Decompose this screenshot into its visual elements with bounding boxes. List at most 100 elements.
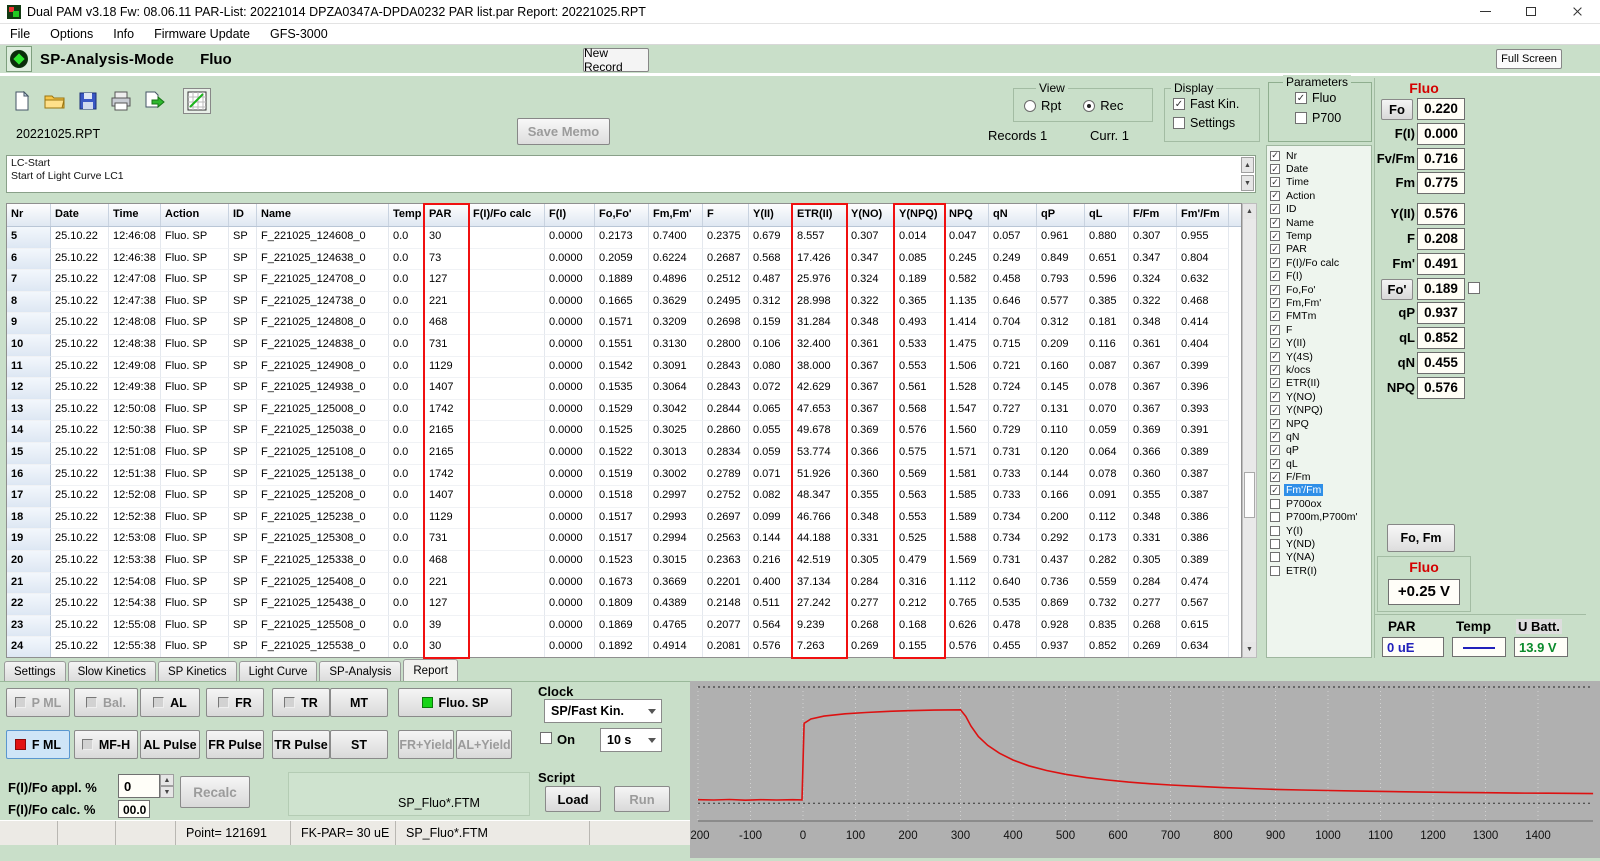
param-item-y-npq-[interactable]: ✓Y(NPQ): [1267, 403, 1371, 416]
column-header-id[interactable]: ID: [229, 204, 257, 226]
control-button-fr-pulse[interactable]: FR Pulse: [206, 730, 264, 759]
recalc-button[interactable]: Recalc: [180, 776, 250, 808]
table-row[interactable]: 2225.10.2212:54:38Fluo. SPSPF_221025_125…: [7, 594, 1241, 616]
column-header-y-ii-[interactable]: Y(II): [749, 204, 793, 226]
control-button-bal-[interactable]: Bal.: [74, 688, 138, 717]
param-item-nr[interactable]: ✓Nr: [1267, 149, 1371, 162]
param-item-fo-fo-[interactable]: ✓Fo,Fo': [1267, 283, 1371, 296]
fo-appl-input[interactable]: 0: [118, 774, 160, 798]
param-item-y-nd-[interactable]: Y(ND): [1267, 537, 1371, 550]
tab-sp-kinetics[interactable]: SP Kinetics: [158, 661, 237, 681]
print-icon[interactable]: [107, 88, 135, 114]
column-header-qp[interactable]: qP: [1037, 204, 1085, 226]
tab-slow-kinetics[interactable]: Slow Kinetics: [68, 661, 156, 681]
table-row[interactable]: 1725.10.2212:52:08Fluo. SPSPF_221025_125…: [7, 486, 1241, 508]
param-item-f-i-fo-calc[interactable]: ✓F(I)/Fo calc: [1267, 256, 1371, 269]
param-item-etr-ii-[interactable]: ✓ETR(II): [1267, 377, 1371, 390]
column-header-action[interactable]: Action: [161, 204, 229, 226]
script-load-button[interactable]: Load: [545, 786, 601, 812]
table-row[interactable]: 1025.10.2212:48:38Fluo. SPSPF_221025_124…: [7, 335, 1241, 357]
table-row[interactable]: 1125.10.2212:49:08Fluo. SPSPF_221025_124…: [7, 357, 1241, 379]
param-item-par[interactable]: ✓PAR: [1267, 243, 1371, 256]
fo-fm-button[interactable]: Fo, Fm: [1387, 524, 1455, 552]
param-item-p700ox[interactable]: P700ox: [1267, 497, 1371, 510]
display-item-checkbox[interactable]: [1173, 117, 1185, 129]
column-header-par[interactable]: PAR: [425, 204, 469, 226]
control-button-mf-h[interactable]: MF-H: [74, 730, 138, 759]
clock-on-checkbox[interactable]: [540, 732, 552, 744]
chart-window-icon[interactable]: [183, 88, 211, 114]
fluo-fo-prime-checkbox[interactable]: [1468, 282, 1480, 294]
column-header-f-i-[interactable]: F(I): [545, 204, 595, 226]
param-checkbox[interactable]: ✓: [1270, 338, 1280, 348]
control-button-al-pulse[interactable]: AL Pulse: [140, 730, 200, 759]
param-item-date[interactable]: ✓Date: [1267, 162, 1371, 175]
table-row[interactable]: 1925.10.2212:53:08Fluo. SPSPF_221025_125…: [7, 529, 1241, 551]
param-checkbox[interactable]: ✓: [1270, 218, 1280, 228]
param-item-fm-fm[interactable]: ✓Fm'/Fm: [1267, 484, 1371, 497]
param-checkbox[interactable]: ✓: [1270, 164, 1280, 174]
param-item-npq[interactable]: ✓NPQ: [1267, 417, 1371, 430]
table-row[interactable]: 1825.10.2212:52:38Fluo. SPSPF_221025_125…: [7, 508, 1241, 530]
full-screen-button[interactable]: Full Screen: [1496, 49, 1562, 69]
save-memo-button[interactable]: Save Memo: [517, 118, 610, 145]
menu-item-firmware-update[interactable]: Firmware Update: [144, 24, 260, 45]
column-header-f-fm[interactable]: F/Fm: [1129, 204, 1177, 226]
fluo-param-button-fo-[interactable]: Fo': [1381, 279, 1413, 300]
param-checkbox[interactable]: [1270, 512, 1280, 522]
menu-item-gfs-3000[interactable]: GFS-3000: [260, 24, 338, 45]
column-header-temp[interactable]: Temp: [389, 204, 425, 226]
param-checkbox[interactable]: [1270, 539, 1280, 549]
column-header-npq[interactable]: NPQ: [945, 204, 989, 226]
param-item-name[interactable]: ✓Name: [1267, 216, 1371, 229]
column-header-y-npq-[interactable]: Y(NPQ): [895, 204, 945, 226]
minimize-icon[interactable]: [1462, 0, 1508, 24]
param-checkbox[interactable]: ✓: [1270, 258, 1280, 268]
param-item-f-fm[interactable]: ✓F/Fm: [1267, 470, 1371, 483]
table-row[interactable]: 2125.10.2212:54:08Fluo. SPSPF_221025_125…: [7, 573, 1241, 595]
param-checkbox[interactable]: ✓: [1270, 271, 1280, 281]
param-checkbox[interactable]: [1270, 552, 1280, 562]
table-row[interactable]: 1425.10.2212:50:38Fluo. SPSPF_221025_125…: [7, 421, 1241, 443]
display-item-settings[interactable]: Settings: [1173, 116, 1259, 130]
param-checkbox[interactable]: [1270, 526, 1280, 536]
control-button-fr-yield[interactable]: FR+Yield: [398, 730, 454, 759]
param-item-p700m-p700m-[interactable]: P700m,P700m': [1267, 511, 1371, 524]
param-item-ql[interactable]: ✓qL: [1267, 457, 1371, 470]
param-item-fmtm[interactable]: ✓FMTm: [1267, 310, 1371, 323]
new-record-button[interactable]: New Record: [583, 48, 649, 72]
fluo-param-button-fo[interactable]: Fo: [1381, 99, 1413, 120]
param-checkbox[interactable]: ✓: [1270, 352, 1280, 362]
view-option-rec[interactable]: Rec: [1083, 98, 1123, 113]
export-icon[interactable]: [140, 88, 168, 114]
column-header-f-i-fo-calc[interactable]: F(I)/Fo calc: [469, 204, 545, 226]
table-row[interactable]: 525.10.2212:46:08Fluo. SPSPF_221025_1246…: [7, 227, 1241, 249]
display-item-checkbox[interactable]: ✓: [1173, 98, 1185, 110]
param-item-fm-fm-[interactable]: ✓Fm,Fm': [1267, 296, 1371, 309]
table-row[interactable]: 1525.10.2212:51:08Fluo. SPSPF_221025_125…: [7, 443, 1241, 465]
param-checkbox[interactable]: ✓: [1270, 325, 1280, 335]
param-item-time[interactable]: ✓Time: [1267, 176, 1371, 189]
close-icon[interactable]: [1554, 0, 1600, 24]
param-item-temp[interactable]: ✓Temp: [1267, 229, 1371, 242]
table-row[interactable]: 2025.10.2212:53:38Fluo. SPSPF_221025_125…: [7, 551, 1241, 573]
control-button-f-ml[interactable]: F ML: [6, 730, 70, 759]
menu-item-file[interactable]: File: [0, 24, 40, 45]
param-item-qp[interactable]: ✓qP: [1267, 444, 1371, 457]
save-icon[interactable]: [74, 88, 102, 114]
table-row[interactable]: 625.10.2212:46:38Fluo. SPSPF_221025_1246…: [7, 249, 1241, 271]
fo-appl-spin-up-icon[interactable]: ▲: [160, 774, 174, 786]
param-checkbox[interactable]: ✓: [1270, 365, 1280, 375]
param-checkbox[interactable]: ✓: [1270, 231, 1280, 241]
column-header-etr-ii-[interactable]: ETR(II): [793, 204, 847, 226]
parameters-item-fluo[interactable]: ✓Fluo: [1295, 91, 1371, 105]
param-item-y-ii-[interactable]: ✓Y(II): [1267, 336, 1371, 349]
param-checkbox[interactable]: ✓: [1270, 459, 1280, 469]
script-run-button[interactable]: Run: [614, 786, 670, 812]
param-checkbox[interactable]: ✓: [1270, 392, 1280, 402]
control-button-st[interactable]: ST: [330, 730, 388, 759]
table-row[interactable]: 2425.10.2212:55:38Fluo. SPSPF_221025_125…: [7, 637, 1241, 658]
param-checkbox[interactable]: ✓: [1270, 191, 1280, 201]
tab-light-curve[interactable]: Light Curve: [239, 661, 318, 681]
param-checkbox[interactable]: ✓: [1270, 419, 1280, 429]
